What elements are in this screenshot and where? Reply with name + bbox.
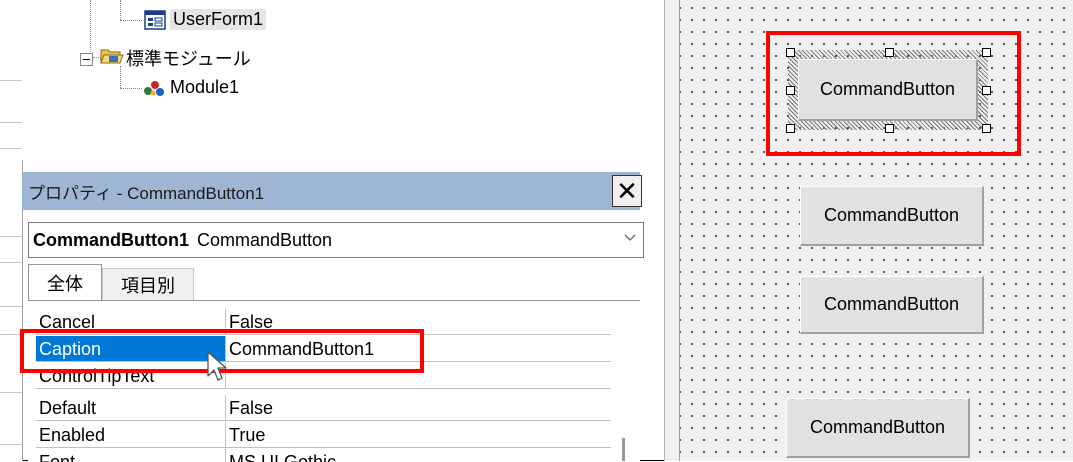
close-icon: ✕ (616, 176, 638, 206)
module-icon (142, 78, 166, 103)
tree-item-module1[interactable]: Module1 (170, 77, 239, 98)
tree-item-standard-modules[interactable]: 標準モジュール (126, 45, 251, 71)
tree-item-userform1[interactable]: UserForm1 (170, 9, 267, 30)
command-button-2[interactable]: CommandButton (800, 186, 984, 246)
left-code-strip (0, 0, 23, 461)
object-name: CommandButton1 (33, 229, 189, 250)
tab-categorized[interactable]: 項目別 (102, 268, 194, 300)
grid-scrollbar-thumb[interactable] (622, 438, 625, 461)
mouse-pointer-icon (206, 350, 228, 389)
command-button-3[interactable]: CommandButton (800, 276, 984, 334)
button-highlight-box (766, 31, 1021, 156)
pane-splitter[interactable] (664, 0, 680, 461)
object-type: CommandButton (197, 229, 333, 250)
tab-alphabetic[interactable]: 全体 (28, 264, 102, 300)
collapse-toggle-icon[interactable] (80, 50, 93, 71)
command-button-4[interactable]: CommandButton (786, 398, 970, 458)
userform-icon (144, 10, 166, 35)
property-grid: Cancel False Caption CommandButton1 Cont… (28, 300, 640, 462)
property-row-enabled[interactable]: Enabled True (28, 422, 628, 449)
property-row-font[interactable]: Font MS UI Gothic (28, 449, 628, 462)
property-row-default[interactable]: Default False (28, 395, 628, 422)
project-explorer: UserForm1 標準モジュール Module1 (22, 0, 665, 160)
close-button[interactable]: ✕ (612, 175, 642, 207)
object-selector[interactable]: CommandButton1 CommandButton (28, 222, 644, 258)
properties-title-bar: プロパティ - CommandButton1 (22, 172, 640, 210)
properties-title: プロパティ - CommandButton1 (28, 183, 265, 203)
chevron-down-icon[interactable] (623, 228, 637, 249)
